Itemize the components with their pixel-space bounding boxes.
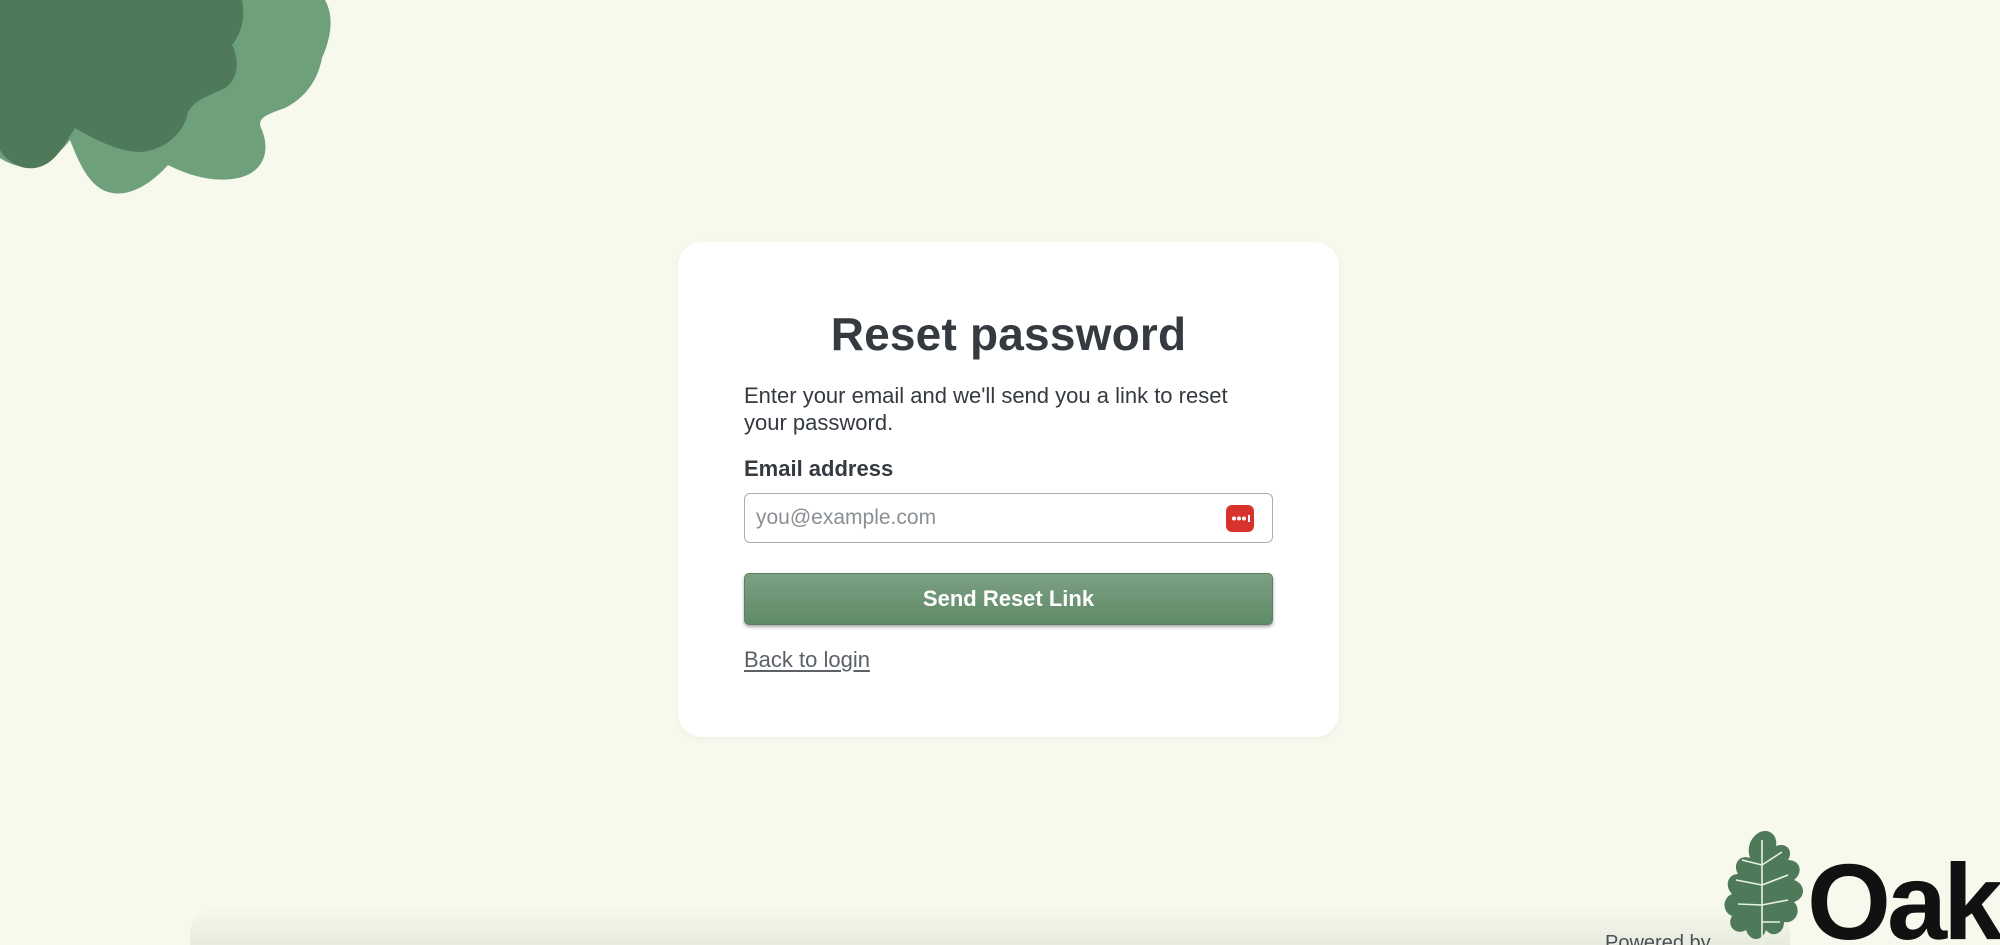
oak-logo: Oak [1722,830,2000,945]
leaf-blob-decoration [0,0,331,194]
email-input[interactable] [745,494,1216,541]
powered-by-text: Powered by [1605,932,1711,945]
page-title: Reset password [830,308,1187,360]
password-dots-glyph [1232,515,1250,522]
reset-password-page: Reset password Enter your email and we'l… [0,0,2000,945]
password-dots-icon[interactable] [1226,505,1254,532]
back-to-login-link[interactable]: Back to login [744,647,870,673]
reset-instructions: Enter your email and we'll send you a li… [744,383,1228,435]
send-reset-link-button[interactable]: Send Reset Link [744,573,1273,625]
oak-logo-text: Oak [1807,841,2000,945]
email-label: Email address [744,456,894,481]
email-field-wrapper [744,493,1273,543]
reset-password-card: Reset password Enter your email and we'l… [678,242,1339,737]
oak-leaf-icon [1724,830,1803,945]
footer-shadow [190,905,1790,945]
